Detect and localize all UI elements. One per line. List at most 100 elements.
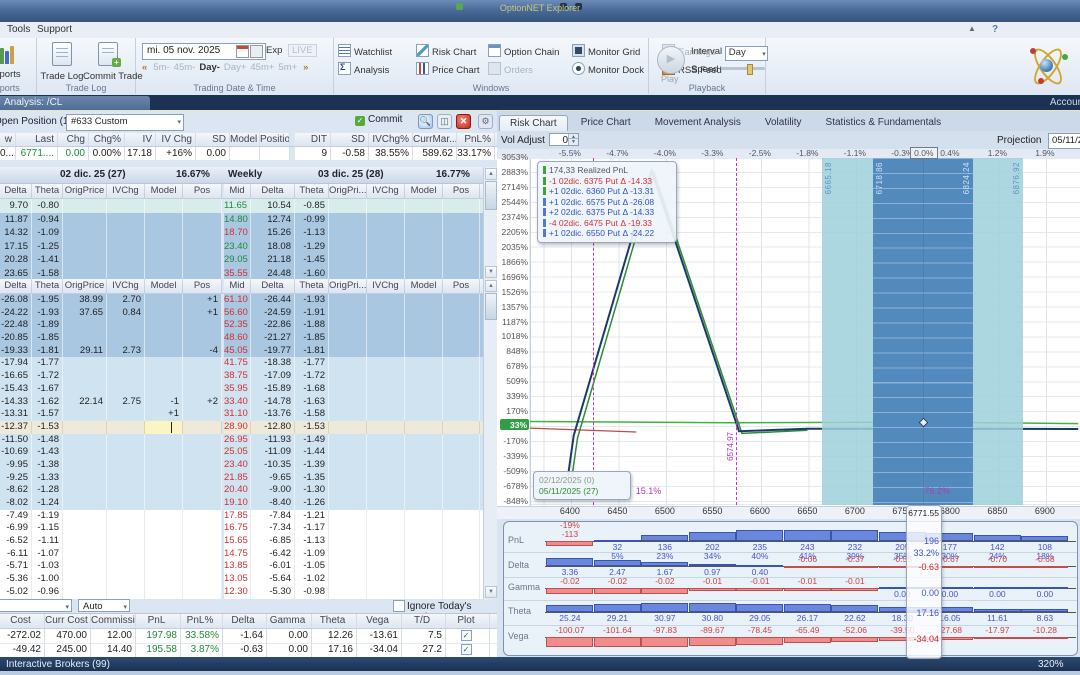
live-button[interactable]: LIVE: [288, 44, 317, 57]
chain-cell: [443, 332, 480, 345]
help-icon[interactable]: ?: [992, 24, 998, 35]
windows-item-watchlist[interactable]: Watchlist: [338, 44, 416, 58]
chain-row[interactable]: 9.70 -0.80 11.65 10.54 -0.85: [0, 199, 497, 213]
chain-row[interactable]: -5.36 -1.00 13.05 -5.64 -1.02: [0, 573, 497, 586]
chain-row[interactable]: -6.99 -1.15 16.75 -7.34 -1.17: [0, 522, 497, 536]
windows-item-optionchain[interactable]: Option Chain: [488, 44, 572, 58]
account-label[interactable]: Account: [1050, 97, 1080, 108]
vol-adjust-spinner[interactable]: 0 ▲ ▼: [549, 133, 579, 146]
scroll-down-icon[interactable]: ▼: [485, 266, 497, 278]
menu-tools[interactable]: Tools: [7, 24, 30, 35]
windows-item-pricechart[interactable]: Price Chart: [416, 62, 488, 76]
export-icon[interactable]: ◫: [437, 114, 452, 129]
interval-select[interactable]: Day ▾: [724, 46, 768, 61]
totals-row[interactable]: -272.02 470.00 12.00 197.98 33.58% -1.64 0.00 1…: [0, 629, 497, 644]
scrollbar[interactable]: ▲ ▼: [483, 279, 497, 599]
chain-cell: [63, 484, 107, 497]
commit-trade-button[interactable]: + Commit Trade: [83, 42, 143, 82]
chain-row[interactable]: -24.22 -1.93 37.65 0.84 +1 56.60 -24.59 -1.91: [0, 306, 497, 320]
chevron-down-icon: ▾: [177, 119, 181, 126]
time-step-Day-[interactable]: Day-: [199, 62, 220, 73]
chain-row[interactable]: -26.08 -1.95 38.99 2.70 +1 61.10 -26.44 -1.93: [0, 294, 497, 307]
chain-row[interactable]: -9.25 -1.33 21.85 -9.65 -1.35: [0, 471, 497, 485]
chain-cell: [63, 573, 107, 586]
reports-button[interactable]: Reports: [0, 42, 34, 80]
windows-item-analysis[interactable]: Analysis: [338, 62, 416, 76]
search-icon[interactable]: 🔍: [418, 114, 433, 129]
windows-item-riskchart[interactable]: Risk Chart: [416, 44, 488, 58]
auto-select[interactable]: Auto ▾: [78, 599, 130, 612]
chain-cell: [329, 408, 367, 421]
scroll-thumb[interactable]: [485, 181, 497, 211]
chain-cell: -1.91: [295, 306, 329, 320]
time-step-45m+[interactable]: 45m+: [250, 62, 274, 73]
chain-row[interactable]: -16.65 -1.72 38.75 -17.09 -1.72: [0, 370, 497, 383]
time-step-5m-[interactable]: 5m-: [153, 62, 169, 73]
close-position-icon[interactable]: ✕: [456, 114, 471, 129]
chain-row[interactable]: -17.94 -1.77 41.75 -18.38 -1.77: [0, 357, 497, 371]
time-step-Day+[interactable]: Day+: [224, 62, 246, 73]
scroll-up-icon[interactable]: ▲: [485, 280, 497, 292]
scroll-up-icon[interactable]: ▲: [485, 168, 497, 180]
chain-row[interactable]: -22.48 -1.89 52.35 -22.86 -1.88: [0, 319, 497, 333]
trading-date-input[interactable]: mi. 05 nov. 2025: [142, 43, 266, 60]
calendar-icon[interactable]: [236, 45, 249, 58]
plot-mode-select[interactable]: Combined▾: [0, 599, 72, 612]
position-preset-select[interactable]: #633 Custom ▾: [66, 114, 184, 131]
risk-chart-plot[interactable]: [530, 159, 1080, 506]
chain-row[interactable]: -11.50 -1.48 26.95 -11.93 -1.49: [0, 433, 497, 447]
chain-row[interactable]: 14.32 -1.09 18.70 15.26 -1.13: [0, 226, 497, 240]
scroll-thumb[interactable]: [485, 293, 497, 321]
tab-analysis-cl[interactable]: Analysis: /CL: [0, 96, 150, 111]
totals-header: Gamma: [267, 614, 312, 628]
totals-cell: 3.87%: [181, 643, 223, 657]
collapse-ribbon-icon[interactable]: ▲: [968, 24, 976, 33]
step-back-fast-icon[interactable]: «: [142, 62, 147, 73]
commit-button[interactable]: ✓ Commit: [355, 114, 402, 126]
time-step-5m+[interactable]: 5m+: [278, 62, 297, 73]
chain-cell: -1.09: [295, 547, 329, 561]
time-toggle-icon[interactable]: [250, 45, 263, 58]
chain-row[interactable]: -9.95 -1.38 23.40 -10.35 -1.39: [0, 458, 497, 472]
speed-slider-handle[interactable]: [747, 64, 754, 75]
chain-cell: [107, 547, 145, 561]
chain-row[interactable]: -5.71 -1.03 13.85 -6.01 -1.05: [0, 560, 497, 574]
speed-slider[interactable]: [721, 64, 766, 75]
chain-row[interactable]: 11.87 -0.94 14.80 12.74 -0.99: [0, 212, 497, 227]
scrollbar[interactable]: ▲ ▼: [483, 167, 497, 279]
ignore-trades-checkbox[interactable]: [393, 600, 405, 612]
chain-row[interactable]: 17.15 -1.25 23.40 18.08 -1.29: [0, 239, 497, 254]
projection-date-field[interactable]: 05/11/2025: [1048, 133, 1080, 149]
chain-row[interactable]: -6.11 -1.07 14.75 -6.42 -1.09: [0, 547, 497, 561]
chain-row[interactable]: -5.02 -0.96 12.30 -5.30 -0.98: [0, 585, 497, 599]
chain-row[interactable]: -12.37 -1.53 28.90 -12.80 -1.53: [0, 420, 497, 434]
chain-row[interactable]: -19.33 -1.81 29.11 2.73 -4 45.05 -19.77 -1.81: [0, 344, 497, 358]
mid-cell: 21.85: [224, 471, 251, 485]
chain-row[interactable]: -8.02 -1.24 19.10 -8.40 -1.26: [0, 497, 497, 510]
chain-row[interactable]: 20.28 -1.41 29.05 21.18 -1.45: [0, 253, 497, 267]
chain-cell: [63, 433, 107, 447]
step-fwd-fast-icon[interactable]: »: [303, 62, 308, 73]
play-button[interactable]: ▶: [657, 46, 685, 74]
chain-cell: [183, 471, 222, 485]
chain-row[interactable]: -8.62 -1.28 20.40 -9.00 -1.30: [0, 484, 497, 497]
time-step-45m-[interactable]: 45m-: [174, 62, 196, 73]
chain-cell: -1.62: [32, 395, 63, 409]
chain-row[interactable]: -14.33 -1.62 22.14 2.75 -1 +2 33.40 -14.78 -1.63: [0, 395, 497, 409]
chain-cell: [443, 239, 480, 254]
gear-icon[interactable]: ⚙: [478, 114, 493, 129]
totals-row[interactable]: -49.42 245.00 14.40 195.58 3.87% -0.63 0.00 17.…: [0, 643, 497, 658]
chain-row[interactable]: -6.52 -1.11 15.65 -6.85 -1.13: [0, 535, 497, 548]
zoom-level[interactable]: 320%: [1038, 659, 1064, 670]
spinner-down-icon[interactable]: ▼: [568, 138, 578, 145]
menu-support[interactable]: Support: [37, 24, 72, 35]
plot-checkbox[interactable]: ✓: [460, 644, 472, 655]
chain-row[interactable]: -20.85 -1.85 48.60 -21.27 -1.85: [0, 332, 497, 345]
chain-row[interactable]: -7.49 -1.19 17.85 -7.84 -1.21: [0, 509, 497, 523]
trade-log-button[interactable]: Trade Log: [39, 42, 85, 82]
chain-row[interactable]: -15.43 -1.67 35.95 -15.89 -1.68: [0, 382, 497, 396]
scroll-down-icon[interactable]: ▼: [485, 586, 497, 598]
chain-row[interactable]: -10.69 -1.43 25.05 -11.09 -1.44: [0, 446, 497, 459]
chain-row[interactable]: -13.31 -1.57 +1 31.10 -13.76 -1.58: [0, 408, 497, 421]
plot-checkbox[interactable]: ✓: [460, 630, 472, 641]
